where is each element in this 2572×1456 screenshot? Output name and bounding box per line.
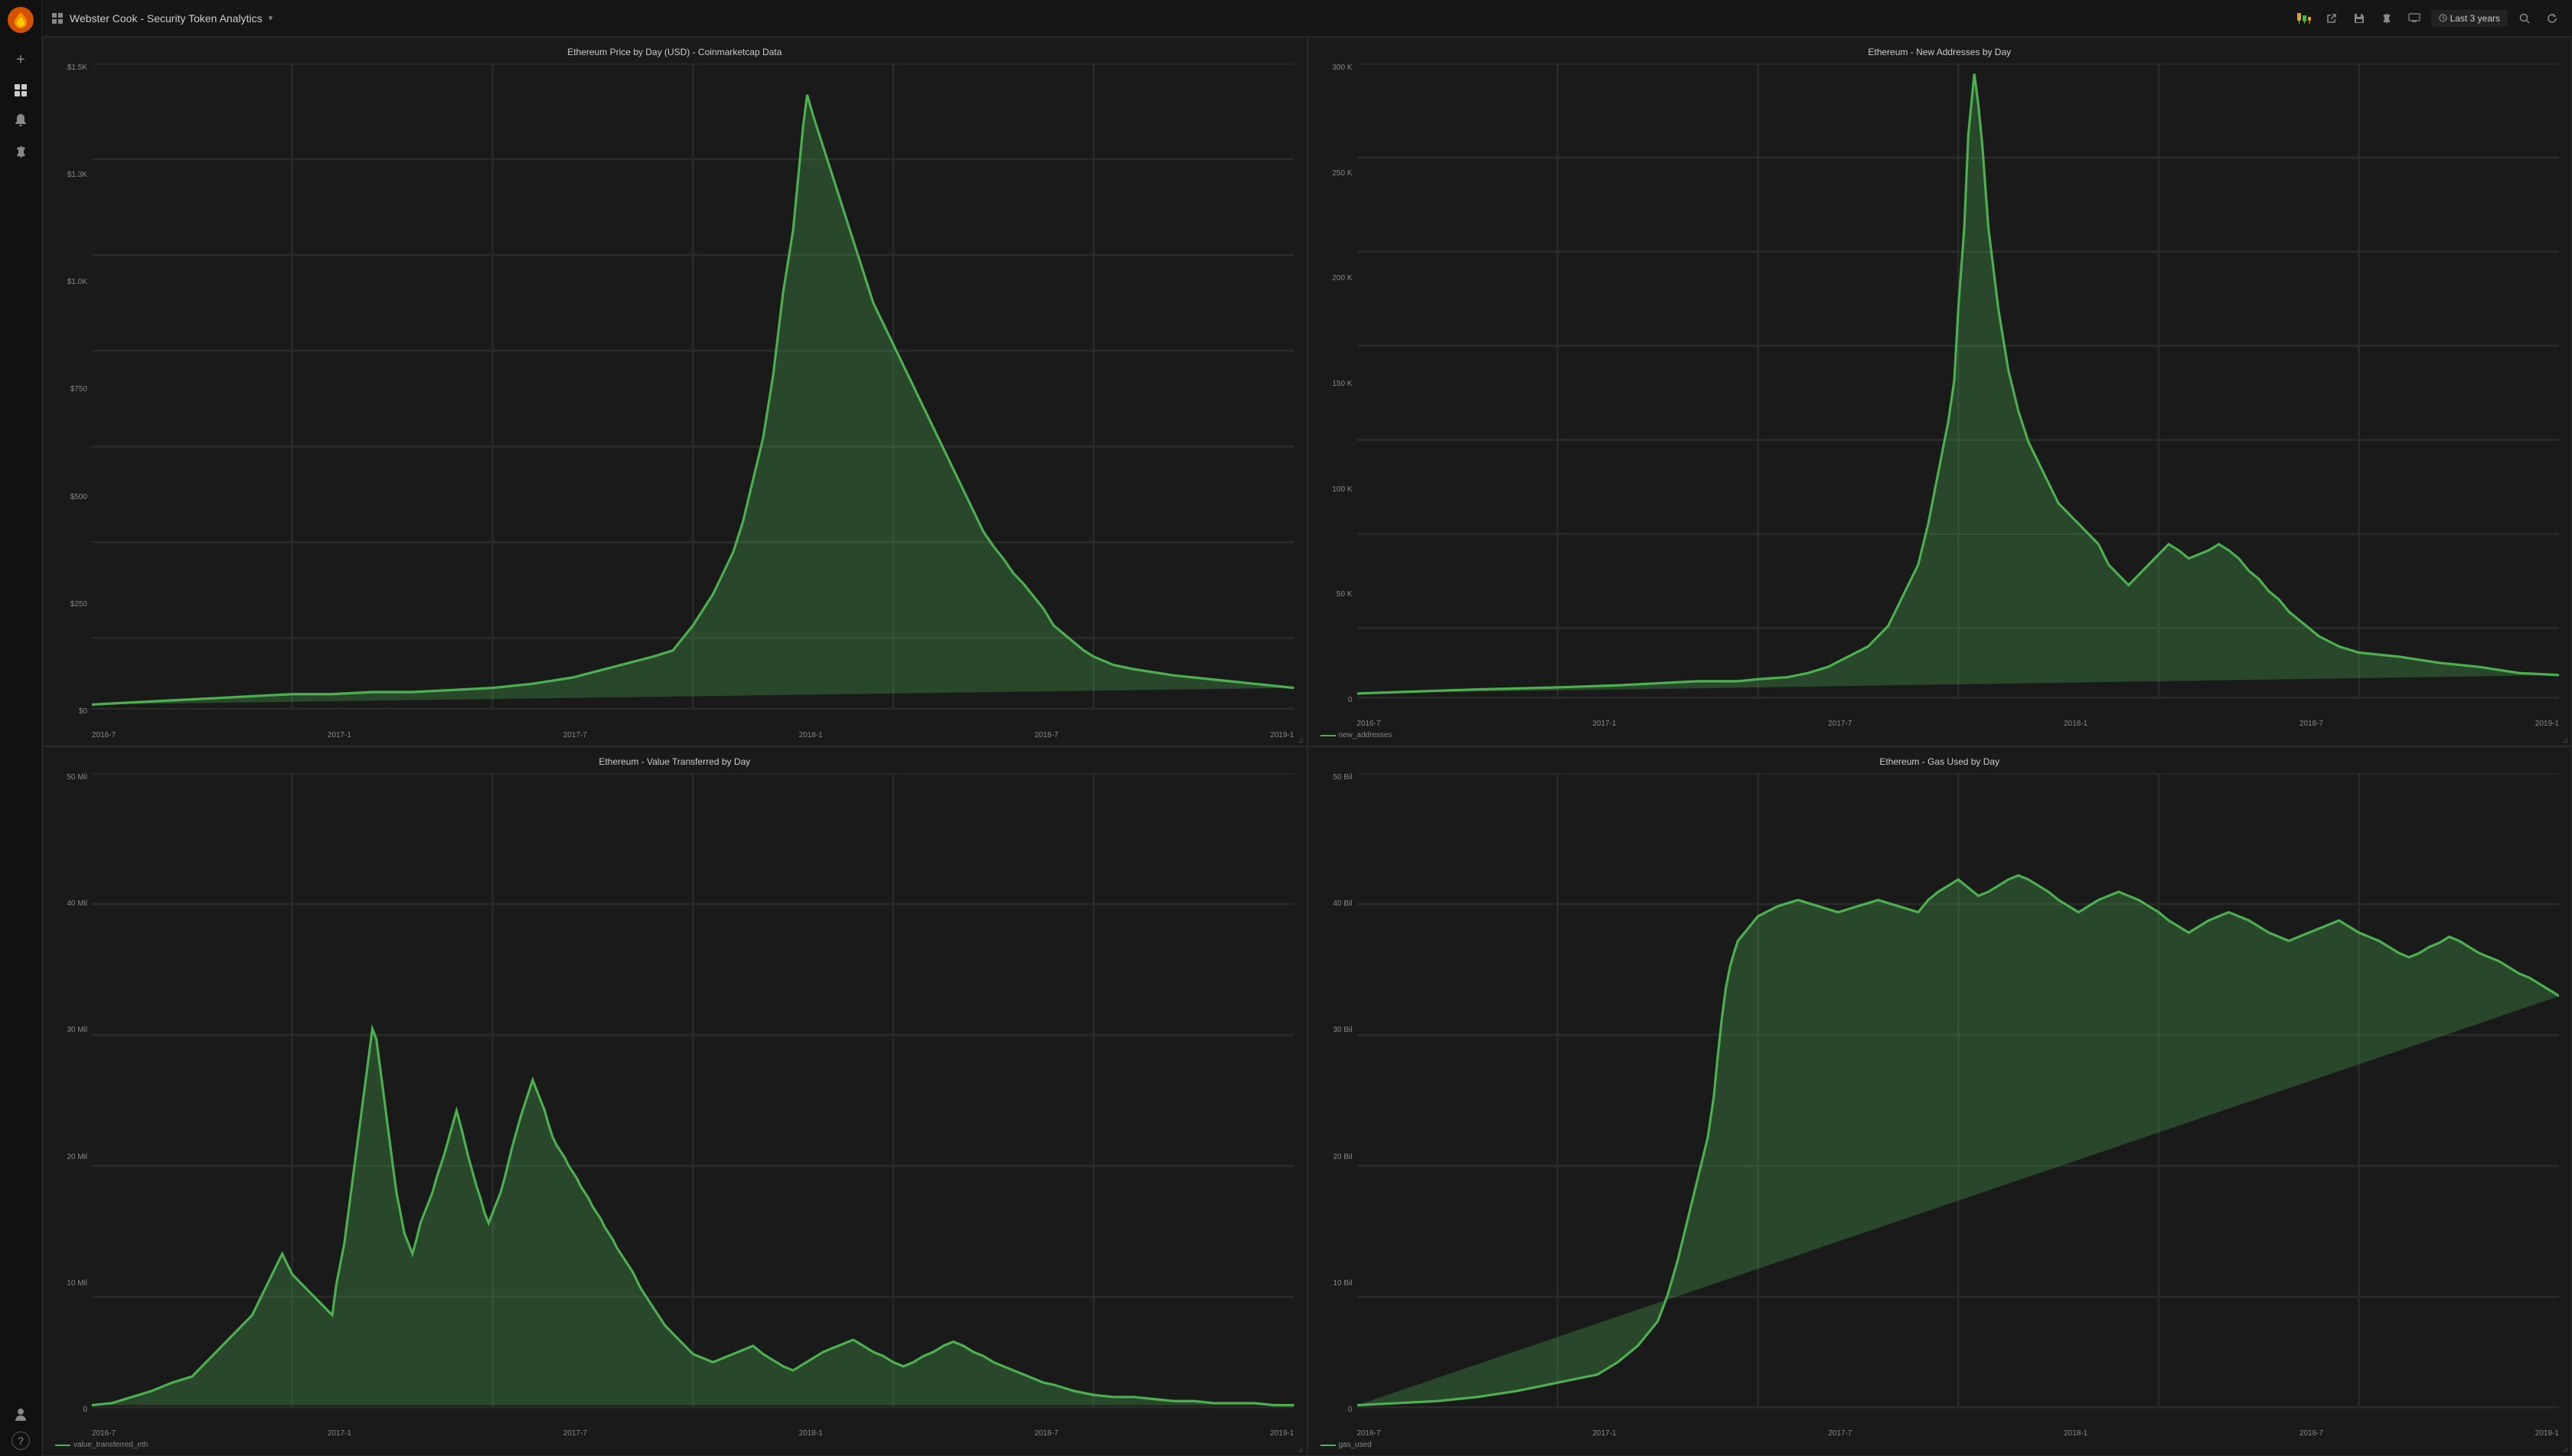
chart-new-addresses-svg-container (1357, 64, 2560, 718)
chart-new-addresses: Ethereum - New Addresses by Day 300 K 25… (1307, 37, 2572, 746)
resize-handle-value-transferred[interactable]: ⊿ (1297, 1446, 1305, 1454)
sidebar-add[interactable]: + (7, 46, 34, 73)
chart-new-addresses-area: 300 K 250 K 200 K 150 K 100 K 50 K 0 (1320, 64, 2560, 718)
chart-gas-used-yaxis: 50 Bil 40 Bil 30 Bil 20 Bil 10 Bil 0 (1320, 773, 1357, 1428)
resize-handle-gas-used[interactable]: ⊿ (2562, 1446, 2570, 1454)
apps-icon (51, 12, 64, 24)
chart-value-transferred: Ethereum - Value Transferred by Day 50 M… (42, 746, 1307, 1456)
chart-gas-used-svg (1357, 773, 2560, 1428)
legend-label-gas-used: gas_used (1339, 1441, 1372, 1449)
monitor-button[interactable] (2404, 8, 2425, 29)
time-filter-label: Last 3 years (2450, 13, 2500, 24)
save-button[interactable] (2348, 8, 2370, 29)
chart-new-addresses-xaxis: 2016-7 2017-1 2017-7 2018-1 2018-7 2019-… (1320, 720, 2560, 728)
sidebar-dashboard[interactable] (7, 77, 34, 104)
resize-handle-new-addresses[interactable]: ⊿ (2562, 736, 2570, 744)
chart-new-addresses-yaxis: 300 K 250 K 200 K 150 K 100 K 50 K 0 (1320, 64, 1357, 718)
page-title: Webster Cook - Security Token Analytics (70, 12, 263, 24)
chart-value-transferred-area: 50 Mil 40 Mil 30 Mil 20 Mil 10 Mil 0 (55, 773, 1294, 1428)
share-button[interactable] (2321, 8, 2342, 29)
chart-value-transferred-yaxis: 50 Mil 40 Mil 30 Mil 20 Mil 10 Mil 0 (55, 773, 92, 1428)
sidebar-alerts[interactable] (7, 107, 34, 135)
chart-value-transferred-legend: value_transferred_eth (55, 1441, 1294, 1449)
chart-eth-price-area: $1.5K $1.3K $1.0K $750 $500 $250 $0 (55, 64, 1294, 730)
search-button[interactable] (2514, 8, 2535, 29)
chart-eth-price-xaxis: 2016-7 2017-1 2017-7 2018-1 2018-7 2019-… (55, 731, 1294, 739)
chart-eth-price-svg (92, 64, 1294, 730)
topbar: Webster Cook - Security Token Analytics … (42, 0, 2572, 37)
legend-line-new-addresses (1320, 735, 1336, 736)
legend-line-gas-used (1320, 1445, 1336, 1446)
sidebar-settings[interactable] (7, 138, 34, 165)
topbar-actions: Last 3 years (2293, 8, 2563, 29)
refresh-icon (2547, 13, 2557, 24)
refresh-button[interactable] (2541, 8, 2563, 29)
time-filter-button[interactable]: Last 3 years (2431, 10, 2508, 27)
chart-gas-used: Ethereum - Gas Used by Day 50 Bil 40 Bil… (1307, 746, 2572, 1456)
settings-button[interactable] (2376, 8, 2397, 29)
chart-value-transferred-svg-container (92, 773, 1294, 1428)
clock-icon (2439, 14, 2447, 22)
chart-gas-used-title: Ethereum - Gas Used by Day (1320, 756, 2560, 767)
chart-eth-price: Ethereum Price by Day (USD) - Coinmarket… (42, 37, 1307, 746)
chart-gas-used-xaxis: 2016-7 2017-1 2017-7 2018-1 2018-7 2019-… (1320, 1429, 2560, 1438)
sidebar-profile[interactable] (7, 1401, 34, 1428)
chart-gas-used-legend: gas_used (1320, 1441, 2560, 1449)
main-content: Webster Cook - Security Token Analytics … (42, 0, 2572, 1456)
chart-gas-used-svg-container (1357, 773, 2560, 1428)
app-logo[interactable] (7, 6, 34, 34)
chart-eth-price-title: Ethereum Price by Day (USD) - Coinmarket… (55, 47, 1294, 57)
chart-value-transferred-svg (92, 773, 1294, 1428)
legend-label-new-addresses: new_addresses (1339, 731, 1392, 739)
resize-handle-eth-price[interactable]: ⊿ (1297, 736, 1305, 744)
chart-new-addresses-title: Ethereum - New Addresses by Day (1320, 47, 2560, 57)
legend-line-value-transferred (55, 1445, 70, 1446)
chart-eth-price-yaxis: $1.5K $1.3K $1.0K $750 $500 $250 $0 (55, 64, 92, 730)
chart-new-addresses-legend: new_addresses (1320, 731, 2560, 739)
dashboard-grid: Ethereum Price by Day (USD) - Coinmarket… (42, 37, 2572, 1456)
title-dropdown-icon[interactable]: ▾ (269, 13, 273, 23)
chart-settings-button[interactable] (2293, 8, 2315, 29)
chart-eth-price-svg-container (92, 64, 1294, 730)
chart-value-transferred-title: Ethereum - Value Transferred by Day (55, 756, 1294, 767)
chart-value-transferred-xaxis: 2016-7 2017-1 2017-7 2018-1 2018-7 2019-… (55, 1429, 1294, 1438)
legend-label-value-transferred: value_transferred_eth (73, 1441, 148, 1449)
chart-new-addresses-svg (1357, 64, 2560, 718)
sidebar-help[interactable]: ? (11, 1432, 30, 1450)
sidebar: + ? (0, 0, 42, 1456)
search-icon (2519, 13, 2530, 24)
topbar-title-area: Webster Cook - Security Token Analytics … (51, 12, 2287, 24)
chart-gas-used-area: 50 Bil 40 Bil 30 Bil 20 Bil 10 Bil 0 (1320, 773, 2560, 1428)
